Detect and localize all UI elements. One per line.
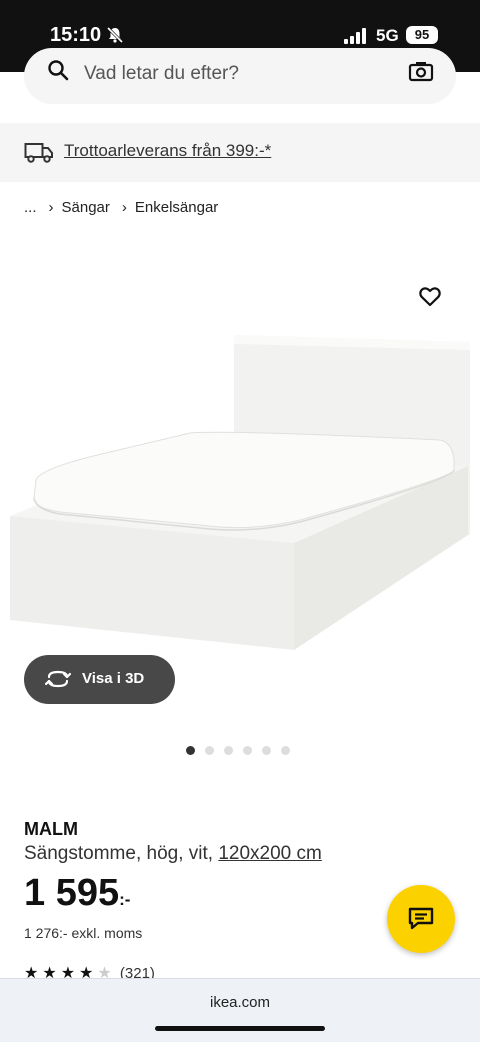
product-description: Sängstomme, hög, vit, 120x200 cm (24, 843, 322, 865)
view-in-3d-button[interactable]: Visa i 3D (24, 655, 175, 704)
breadcrumb-ellipsis[interactable]: ... (24, 199, 37, 216)
delivery-banner[interactable]: Trottoarleverans från 399:-* (0, 123, 480, 182)
bell-muted-icon (106, 26, 124, 44)
product-description-text: Sängstomme, hög, vit, (24, 843, 219, 864)
chat-icon (408, 907, 434, 930)
rotate-3d-icon (44, 670, 72, 688)
breadcrumb-enkelsangar[interactable]: Enkelsängar (135, 199, 218, 216)
truck-icon (24, 143, 53, 163)
camera-icon[interactable] (408, 60, 434, 82)
search-bar[interactable]: Vad letar du efter? (24, 48, 456, 104)
chevron-right-icon: › (48, 199, 54, 216)
carousel-dot[interactable] (262, 746, 271, 755)
image-carousel-dots (186, 742, 300, 755)
status-time: 15:10 (50, 24, 102, 46)
heart-icon[interactable] (418, 285, 442, 309)
price-value: 1 595 (24, 872, 120, 914)
network-type: 5G (376, 26, 399, 45)
carousel-dot[interactable] (205, 746, 214, 755)
signal-icon (344, 28, 366, 44)
search-input[interactable]: Vad letar du efter? (84, 63, 239, 85)
view-in-3d-label: Visa i 3D (82, 670, 145, 687)
battery-indicator: 95 (406, 26, 438, 44)
price-excl-vat: 1 276:- exkl. moms (24, 925, 143, 941)
search-icon[interactable] (46, 58, 70, 82)
carousel-dot[interactable] (186, 746, 195, 755)
home-indicator[interactable] (155, 1026, 325, 1031)
chat-button[interactable] (387, 885, 455, 953)
size-link[interactable]: 120x200 cm (218, 843, 322, 864)
price-suffix: :- (119, 890, 131, 909)
browser-bottom-bar: ikea.com (0, 978, 480, 1042)
breadcrumb: ... › Sängar › Enkelsängar (24, 199, 222, 216)
carousel-dot[interactable] (224, 746, 233, 755)
product-price: 1 595:- (24, 872, 130, 915)
breadcrumb-sangar[interactable]: Sängar (62, 199, 110, 216)
carousel-dot[interactable] (281, 746, 290, 755)
carousel-dot[interactable] (243, 746, 252, 755)
delivery-link[interactable]: Trottoarleverans från 399:-* (64, 141, 271, 161)
chevron-right-icon: › (121, 199, 127, 216)
product-name: MALM (24, 819, 78, 839)
product-image-bed[interactable] (0, 320, 480, 650)
browser-url[interactable]: ikea.com (0, 994, 480, 1011)
